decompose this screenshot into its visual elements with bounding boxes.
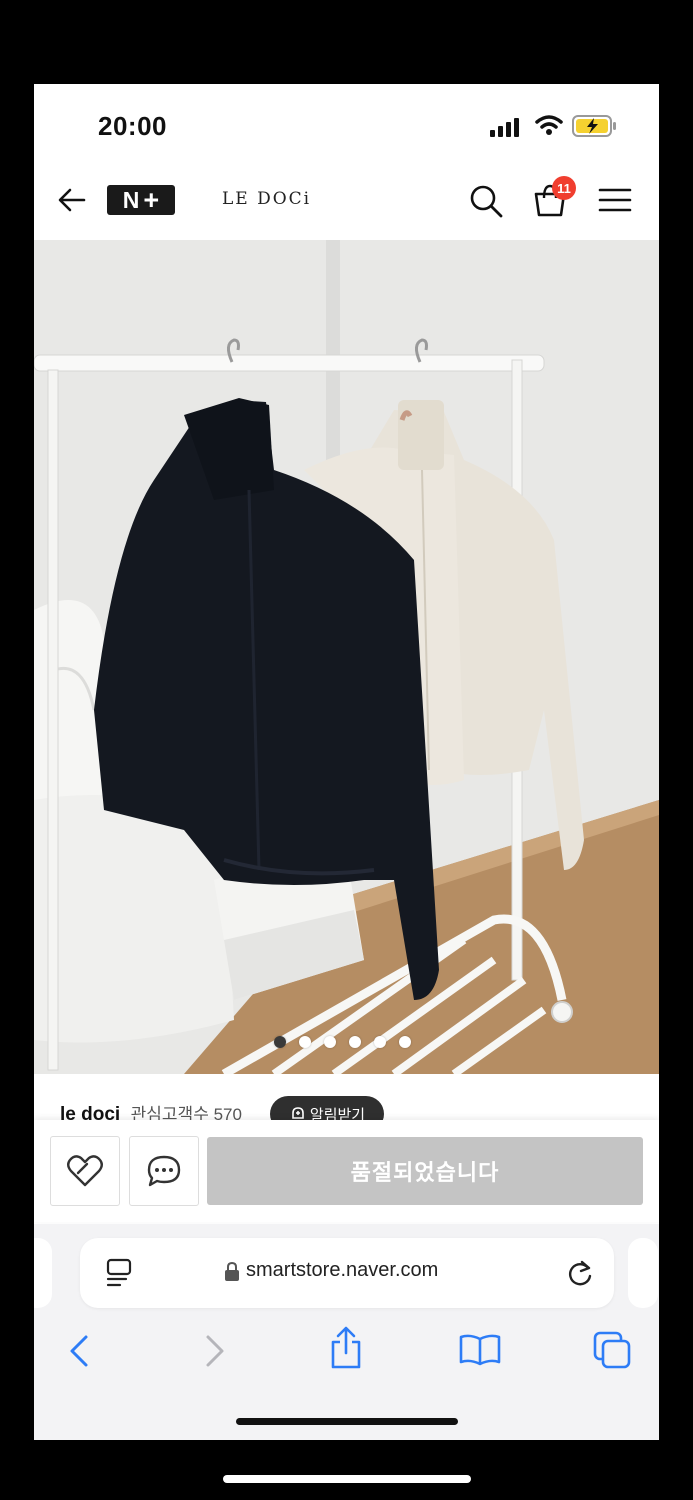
url-text: smartstore.naver.com xyxy=(246,1259,439,1281)
phone-screen: 20:00 N + LE DOCi 11 le doci 관심고객수 570 알… xyxy=(34,84,659,1440)
talk-button[interactable] xyxy=(129,1136,199,1206)
chat-icon xyxy=(147,1155,181,1187)
lock-icon xyxy=(225,1262,239,1281)
logo-n: N xyxy=(122,186,140,213)
wifi-icon xyxy=(535,115,563,135)
naver-plus-logo[interactable]: N + xyxy=(107,185,175,215)
purchase-bar: 품절되었습니다 xyxy=(34,1120,659,1222)
logo-plus: + xyxy=(143,184,160,215)
carousel-dot[interactable] xyxy=(274,1036,286,1048)
soldout-button[interactable]: 품절되었습니다 xyxy=(207,1137,643,1205)
bookmarks-icon[interactable] xyxy=(458,1334,502,1366)
search-icon[interactable] xyxy=(468,183,504,219)
carousel-dot[interactable] xyxy=(324,1036,336,1048)
wishlist-button[interactable] xyxy=(50,1136,120,1206)
back-arrow-icon[interactable] xyxy=(56,184,88,216)
menu-icon[interactable] xyxy=(598,187,632,213)
status-bar: 20:00 xyxy=(34,84,659,164)
product-image[interactable] xyxy=(34,240,659,1074)
cart-count-badge: 11 xyxy=(552,176,576,200)
outer-home-indicator xyxy=(223,1475,471,1483)
product-photo-illustration xyxy=(34,240,659,1074)
forward-icon[interactable] xyxy=(204,1334,226,1368)
status-time: 20:00 xyxy=(98,111,167,141)
battery-icon xyxy=(572,115,616,137)
heart-icon xyxy=(67,1155,103,1187)
address-bar[interactable]: smartstore.naver.com xyxy=(80,1238,614,1308)
carousel-indicator[interactable] xyxy=(274,1036,411,1048)
carousel-dot[interactable] xyxy=(399,1036,411,1048)
tabs-icon[interactable] xyxy=(592,1330,632,1370)
carousel-dot[interactable] xyxy=(374,1036,386,1048)
page-menu-icon[interactable] xyxy=(106,1258,134,1290)
browser-toolbar: smartstore.naver.com xyxy=(34,1224,659,1440)
back-icon[interactable] xyxy=(68,1334,90,1368)
next-tab-peek[interactable] xyxy=(628,1238,658,1308)
carousel-dot[interactable] xyxy=(349,1036,361,1048)
share-icon[interactable] xyxy=(328,1326,364,1370)
home-indicator xyxy=(236,1418,458,1425)
carousel-dot[interactable] xyxy=(299,1036,311,1048)
signal-icon xyxy=(490,118,519,137)
prev-tab-peek[interactable] xyxy=(34,1238,52,1308)
reload-icon[interactable] xyxy=(566,1258,594,1288)
store-brand[interactable]: LE DOCi xyxy=(222,189,311,209)
